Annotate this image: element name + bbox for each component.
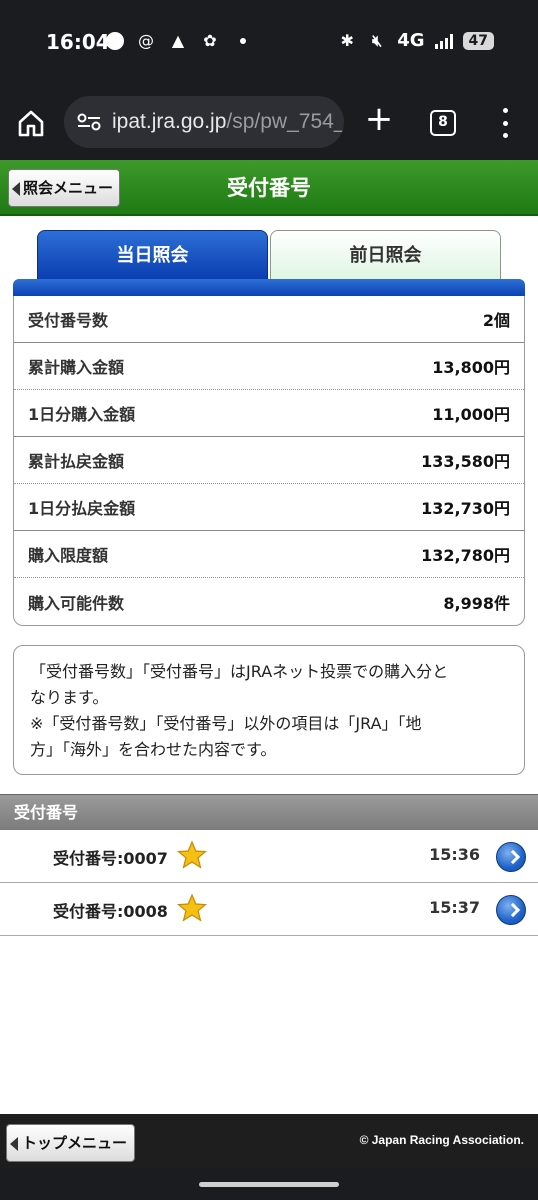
tab-previous-day[interactable]: 前日照会 bbox=[270, 230, 501, 280]
page-header: 照会メニュー 受付番号 bbox=[0, 160, 538, 216]
mute-icon: 🔇︎ bbox=[372, 30, 383, 50]
tab-switcher-button[interactable]: 8 bbox=[430, 110, 456, 136]
gesture-handle[interactable] bbox=[199, 1182, 339, 1187]
notification-icons: @ ▲ ✿ bbox=[106, 32, 246, 50]
receipt-number: 受付番号:0008 bbox=[53, 902, 168, 921]
inquiry-menu-button[interactable]: 照会メニュー bbox=[8, 169, 120, 207]
browser-toolbar: ipat.jra.go.jp/sp/pw_754_ + 8 bbox=[0, 88, 538, 160]
copyright: © Japan Racing Association. bbox=[359, 1133, 524, 1147]
note-line: なります。 bbox=[30, 688, 109, 707]
home-icon[interactable] bbox=[16, 108, 46, 138]
summary-label: 購入可能件数 bbox=[28, 593, 125, 613]
summary-row-available-count: 購入可能件数 8,998件 bbox=[14, 578, 524, 625]
summary-value: 133,580円 bbox=[421, 452, 510, 471]
footer: トップメニュー © Japan Racing Association. bbox=[0, 1114, 538, 1168]
summary-value: 11,000円 bbox=[432, 405, 510, 424]
star-icon bbox=[177, 840, 207, 869]
url-bar[interactable]: ipat.jra.go.jp/sp/pw_754_ bbox=[64, 96, 344, 148]
pinwheel-icon: ✿ bbox=[203, 31, 217, 50]
summary-value: 8,998件 bbox=[443, 593, 510, 613]
summary-value: 2個 bbox=[482, 311, 510, 330]
note-line: ※「受付番号数」「受付番号」以外の項目は「JRA」「地 bbox=[30, 714, 422, 733]
receipt-list-item[interactable]: 受付番号:0008 15:37 bbox=[0, 883, 538, 936]
summary-value: 132,780円 bbox=[421, 546, 510, 565]
summary-label: 累計購入金額 bbox=[28, 358, 125, 377]
bluetooth-icon: ✱ bbox=[340, 30, 354, 50]
chevron-right-icon[interactable] bbox=[496, 842, 526, 872]
note-line: 方」「海外」を合わせた内容です。 bbox=[30, 740, 277, 759]
summary-value: 13,800円 bbox=[432, 358, 510, 377]
top-menu-button[interactable]: トップメニュー bbox=[6, 1124, 135, 1162]
url-path: /sp/pw_754_ bbox=[226, 110, 344, 133]
summary-row-total-purchase: 累計購入金額 13,800円 bbox=[14, 343, 524, 390]
system-nav-bar bbox=[0, 1168, 538, 1200]
summary-table: 受付番号数 2個 累計購入金額 13,800円 1日分購入金額 11,000円 … bbox=[13, 296, 525, 626]
tab-bar-underline bbox=[13, 279, 525, 297]
url-text: ipat.jra.go.jp/sp/pw_754_ bbox=[112, 110, 344, 134]
more-menu-icon[interactable] bbox=[500, 108, 510, 138]
summary-row-total-payout: 累計払戻金額 133,580円 bbox=[14, 437, 524, 484]
note-line: 「受付番号数」「受付番号」はJRAネット投票での購入分と bbox=[30, 662, 449, 681]
receipt-time: 15:37 bbox=[429, 898, 480, 917]
whatsapp-icon bbox=[106, 32, 124, 50]
site-settings-icon[interactable] bbox=[76, 112, 102, 132]
summary-label: 1日分払戻金額 bbox=[28, 499, 136, 518]
status-time: 16:04 bbox=[46, 30, 110, 54]
battery-icon: 47 bbox=[462, 31, 494, 50]
netkeiba-icon: ▲ bbox=[171, 31, 185, 50]
signal-icon bbox=[434, 33, 453, 49]
summary-row-receipt-count: 受付番号数 2個 bbox=[14, 296, 524, 343]
summary-row-daily-payout: 1日分払戻金額 132,730円 bbox=[14, 484, 524, 531]
summary-label: 1日分購入金額 bbox=[28, 405, 136, 424]
section-header: 受付番号 bbox=[0, 794, 538, 830]
url-host: ipat.jra.go.jp bbox=[112, 110, 227, 133]
info-note: 「受付番号数」「受付番号」はJRAネット投票での購入分と なります。 ※「受付番… bbox=[13, 645, 525, 775]
new-tab-icon[interactable]: + bbox=[364, 102, 394, 136]
receipt-number: 受付番号:0007 bbox=[53, 849, 168, 868]
summary-label: 受付番号数 bbox=[28, 311, 109, 330]
summary-row-daily-purchase: 1日分購入金額 11,000円 bbox=[14, 390, 524, 437]
threads-icon: @ bbox=[138, 31, 154, 50]
chevron-right-icon[interactable] bbox=[496, 895, 526, 925]
summary-label: 購入限度額 bbox=[28, 546, 109, 565]
more-notifications-icon bbox=[240, 38, 246, 44]
summary-value: 132,730円 bbox=[421, 499, 510, 518]
tab-today[interactable]: 当日照会 bbox=[37, 230, 268, 280]
receipt-time: 15:36 bbox=[429, 845, 480, 864]
status-bar: 16:04 @ ▲ ✿ ✱ 🔇︎ 4G 47 bbox=[0, 0, 538, 88]
receipt-list-item[interactable]: 受付番号:0007 15:36 bbox=[0, 830, 538, 883]
summary-row-purchase-limit: 購入限度額 132,780円 bbox=[14, 531, 524, 578]
star-icon bbox=[177, 893, 207, 922]
network-type: 4G bbox=[397, 30, 425, 51]
status-right: ✱ 🔇︎ 4G 47 bbox=[337, 30, 494, 51]
summary-label: 累計払戻金額 bbox=[28, 452, 125, 471]
